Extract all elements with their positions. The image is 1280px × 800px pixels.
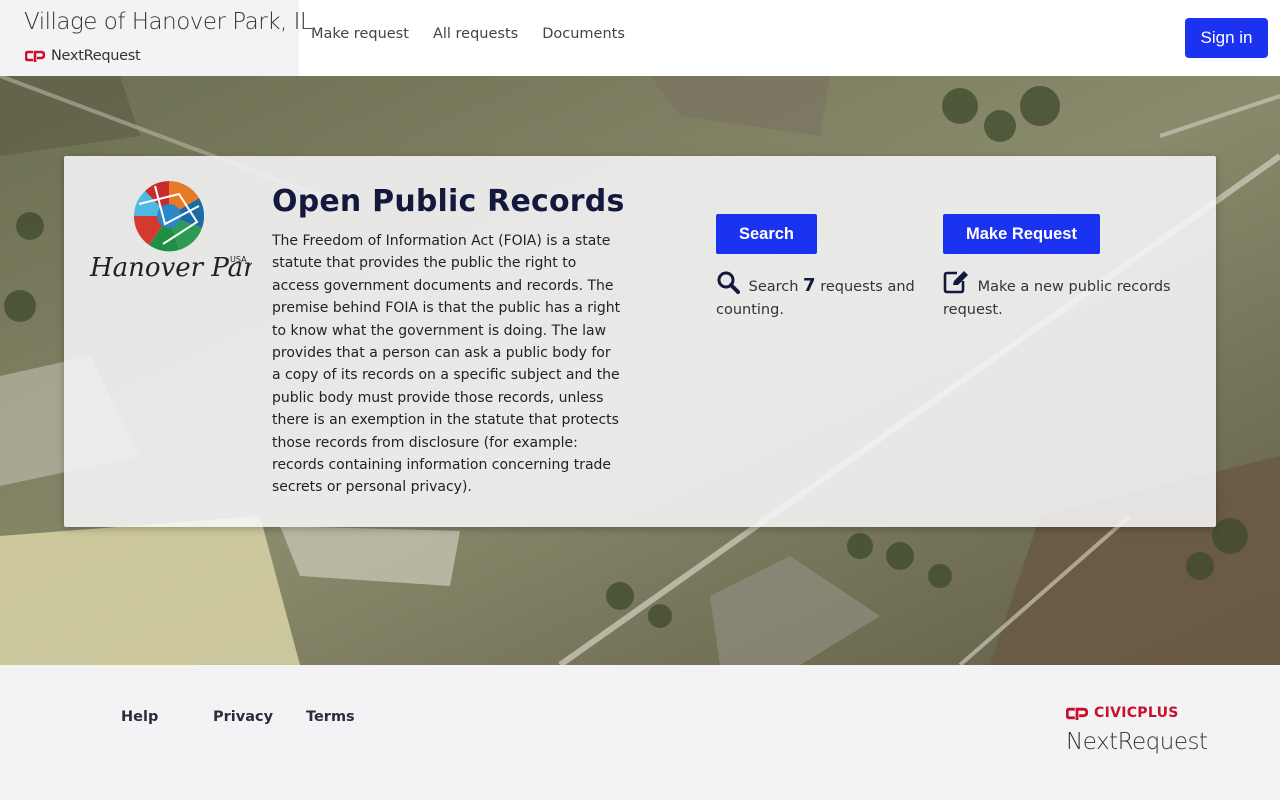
make-request-info: Make a new public records request. (943, 270, 1173, 321)
top-header: Village of Hanover Park, IL NextRequest … (0, 0, 1280, 76)
logo-wordmark: Hanover Park (89, 253, 252, 283)
site-title[interactable]: Village of Hanover Park, IL (24, 9, 313, 35)
brand-name: NextRequest (51, 48, 141, 64)
search-suffix: requests and counting. (716, 279, 915, 318)
request-count: 7 (803, 275, 816, 296)
footer-help-link[interactable]: Help (121, 709, 158, 725)
footer-privacy-link[interactable]: Privacy (213, 709, 273, 725)
search-button[interactable]: Search (716, 214, 817, 254)
footer-terms-link[interactable]: Terms (306, 709, 355, 725)
hero-section: Hanover Park USA Open Public Records The… (0, 76, 1280, 665)
civicplus-name: CIVICPLUS (1094, 705, 1179, 721)
main-nav: Make request All requests Documents (311, 26, 625, 42)
civicplus-logo-icon (1066, 707, 1088, 720)
footer-product-name: NextRequest (1066, 729, 1208, 755)
sign-in-button[interactable]: Sign in (1185, 18, 1268, 58)
footer: Help Privacy Terms CIVICPLUS NextRequest (0, 665, 1280, 800)
page-title: Open Public Records (272, 184, 625, 219)
nav-make-request[interactable]: Make request (311, 26, 409, 42)
search-info: Search 7 requests and counting. (716, 270, 916, 321)
nextrequest-logo-icon (25, 50, 45, 62)
make-request-text: Make a new public records request. (943, 279, 1171, 318)
foia-description: The Freedom of Information Act (FOIA) is… (272, 233, 621, 496)
nav-all-requests[interactable]: All requests (433, 26, 518, 42)
search-icon (717, 271, 740, 294)
logo-usa: USA (230, 255, 247, 264)
hanover-park-logo: Hanover Park USA (89, 181, 252, 283)
brand-block[interactable]: Village of Hanover Park, IL NextRequest (0, 0, 313, 76)
search-prefix: Search (748, 279, 799, 295)
nextrequest-brand: NextRequest (25, 48, 141, 64)
nav-documents[interactable]: Documents (542, 26, 625, 42)
open-records-card: Hanover Park USA Open Public Records The… (64, 156, 1216, 527)
make-request-button[interactable]: Make Request (943, 214, 1100, 254)
civicplus-brand[interactable]: CIVICPLUS (1066, 705, 1179, 721)
edit-icon (943, 271, 968, 294)
